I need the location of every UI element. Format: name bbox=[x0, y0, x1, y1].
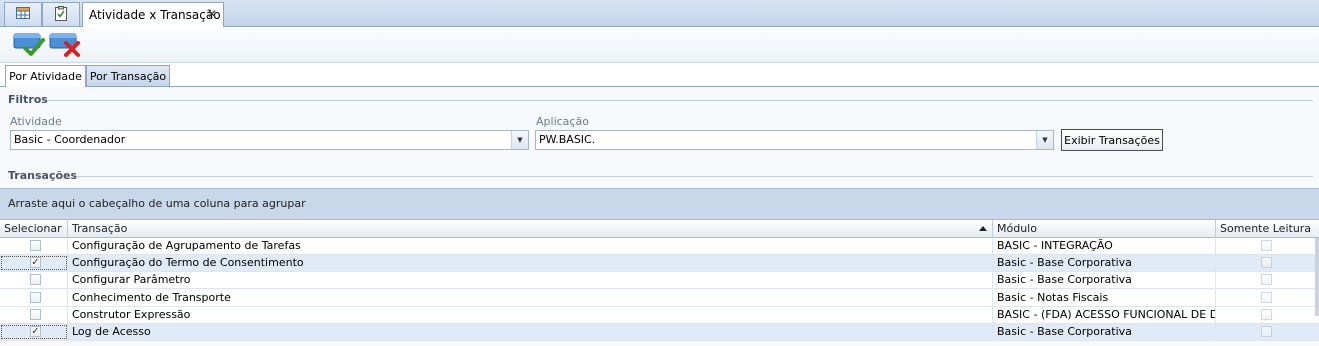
somente-leitura-cell bbox=[1216, 238, 1315, 254]
somente-leitura-cell bbox=[1216, 272, 1315, 288]
selecionar-cell: ✓ bbox=[0, 255, 68, 272]
somente-leitura-checkbox[interactable] bbox=[1261, 308, 1272, 320]
grid-icon bbox=[16, 7, 30, 22]
transacao-cell: Log de Acesso bbox=[68, 324, 993, 340]
somente-leitura-checkbox[interactable] bbox=[1261, 240, 1272, 251]
document-tabstrip: Atividade x Transação ✕ bbox=[0, 0, 1319, 27]
cancel-x-icon bbox=[49, 30, 81, 61]
transacao-cell: Configurar Parâmetro bbox=[68, 272, 993, 289]
aplicacao-label: Aplicação bbox=[536, 115, 589, 128]
selecionar-cell bbox=[0, 289, 68, 306]
exibir-transacoes-button[interactable]: Exibir Transações bbox=[1061, 129, 1163, 151]
modulo-cell: Basic - Base Corporativa bbox=[993, 272, 1216, 289]
somente-leitura-checkbox[interactable] bbox=[1261, 326, 1272, 337]
modulo-cell: Basic - Base Corporativa bbox=[993, 324, 1216, 340]
atividade-label: Atividade bbox=[10, 115, 62, 128]
chevron-down-icon[interactable]: ▼ bbox=[1036, 131, 1053, 149]
document-tab-label: Atividade x Transação bbox=[89, 8, 221, 22]
aplicacao-value: PW.BASIC. bbox=[539, 133, 596, 146]
somente-leitura-cell bbox=[1216, 307, 1315, 323]
column-header-selecionar[interactable]: Selecionar bbox=[0, 220, 68, 238]
selecionar-checkbox[interactable] bbox=[30, 308, 41, 320]
transacoes-divider bbox=[76, 176, 1313, 177]
somente-leitura-checkbox[interactable] bbox=[1261, 274, 1272, 286]
modulo-cell: Basic - Base Corporativa bbox=[993, 255, 1216, 272]
atividade-value: Basic - Coordenador bbox=[14, 133, 126, 146]
table-row[interactable]: Configuração de Agrupamento de Tarefas BA… bbox=[0, 238, 1319, 255]
tab-grid[interactable] bbox=[4, 2, 42, 26]
transacao-cell: Configuração do Termo de Consentimento bbox=[68, 255, 993, 272]
selecionar-cell bbox=[0, 238, 68, 254]
transacao-cell: Conhecimento de Transporte bbox=[68, 289, 993, 306]
table-row[interactable]: ✓ Log de Acesso Basic - Base Corporativa bbox=[0, 324, 1319, 341]
selecionar-cell bbox=[0, 306, 68, 323]
sort-ascending-icon bbox=[979, 226, 987, 231]
transacao-cell: Configuração de Agrupamento de Tarefas bbox=[68, 238, 993, 254]
cancel-button[interactable] bbox=[48, 30, 82, 60]
somente-leitura-cell bbox=[1216, 324, 1315, 340]
vertical-scrollbar[interactable] bbox=[1315, 238, 1319, 316]
table-row[interactable]: Construtor Expressão BASIC - (FDA) ACESSO… bbox=[0, 306, 1319, 324]
selecionar-checkbox[interactable] bbox=[30, 274, 41, 286]
somente-leitura-checkbox[interactable] bbox=[1261, 291, 1272, 303]
tab-por-atividade[interactable]: Por Atividade bbox=[5, 65, 86, 88]
column-header-transacao[interactable]: Transação bbox=[68, 220, 993, 238]
somente-leitura-cell bbox=[1216, 255, 1315, 271]
confirm-check-icon bbox=[13, 30, 45, 61]
table-row[interactable]: Conhecimento de Transporte Basic - Notas … bbox=[0, 289, 1319, 307]
view-tabs: Por Atividade Por Transação bbox=[0, 63, 1319, 88]
transacoes-title: Transações bbox=[8, 169, 78, 182]
selecionar-cell: ✓ bbox=[0, 324, 68, 340]
column-header-somente-leitura[interactable]: Somente Leitura bbox=[1216, 220, 1319, 238]
toolbar bbox=[0, 27, 1319, 63]
somente-leitura-checkbox[interactable] bbox=[1261, 257, 1272, 269]
clipboard-check-icon bbox=[55, 5, 67, 24]
modulo-cell: BASIC - (FDA) ACESSO FUNCIONAL DE DA... bbox=[993, 306, 1216, 323]
selecionar-checkbox[interactable] bbox=[30, 240, 41, 251]
selecionar-checkbox[interactable] bbox=[30, 291, 41, 303]
somente-leitura-cell bbox=[1216, 290, 1315, 306]
chevron-down-icon[interactable]: ▼ bbox=[511, 131, 528, 149]
tab-clipboard[interactable] bbox=[42, 2, 80, 26]
table-row[interactable]: Configurar Parâmetro Basic - Base Corpora… bbox=[0, 272, 1319, 290]
grid-header: Selecionar Transação Módulo Somente Leit… bbox=[0, 219, 1319, 238]
modulo-cell: Basic - Notas Fiscais bbox=[993, 289, 1216, 306]
group-by-area[interactable]: Arraste aqui o cabeçalho de uma coluna p… bbox=[0, 188, 1319, 219]
filtros-divider bbox=[48, 100, 1313, 101]
selecionar-checkbox[interactable]: ✓ bbox=[30, 326, 41, 337]
selecionar-cell bbox=[0, 272, 68, 289]
table-row[interactable]: ✓ Configuração do Termo de Consentimento B… bbox=[0, 255, 1319, 273]
column-header-modulo[interactable]: Módulo bbox=[993, 220, 1216, 238]
modulo-cell: BASIC - INTEGRAÇÃO bbox=[993, 238, 1216, 254]
selecionar-checkbox[interactable]: ✓ bbox=[30, 257, 41, 269]
close-icon[interactable]: ✕ bbox=[207, 7, 217, 21]
transacao-cell: Construtor Expressão bbox=[68, 306, 993, 323]
confirm-button[interactable] bbox=[12, 30, 46, 60]
filtros-title: Filtros bbox=[8, 93, 48, 106]
aplicacao-select[interactable]: PW.BASIC. ▼ bbox=[535, 130, 1054, 150]
tab-por-transacao[interactable]: Por Transação bbox=[86, 65, 170, 87]
atividade-select[interactable]: Basic - Coordenador ▼ bbox=[10, 130, 529, 150]
tab-atividade-transacao[interactable]: Atividade x Transação ✕ bbox=[82, 2, 224, 27]
